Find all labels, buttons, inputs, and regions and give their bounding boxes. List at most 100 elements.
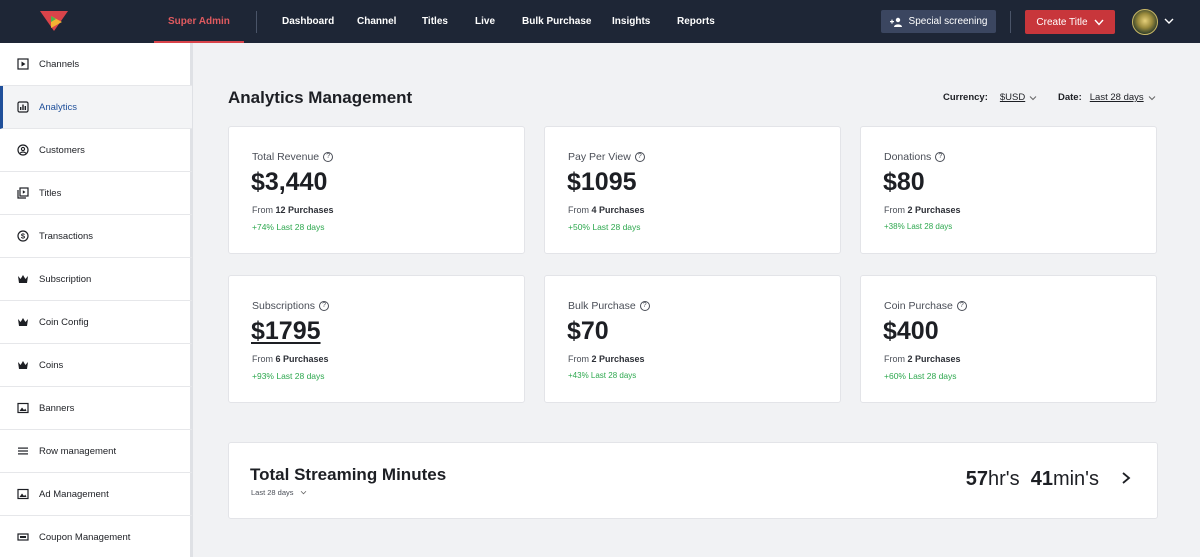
pay-per-view-card[interactable]: Pay Per View? $1095 From 4 Purchases +50…: [544, 126, 841, 254]
special-screening-button[interactable]: Special screening: [881, 10, 996, 33]
card-purchases-from: From: [884, 205, 905, 215]
sidebar-item-ad-management[interactable]: Ad Management: [0, 473, 192, 516]
sidebar-item-customers[interactable]: Customers: [0, 129, 192, 172]
card-value: $1095: [567, 168, 637, 196]
currency-filter[interactable]: Currency: $USD: [943, 92, 1037, 103]
bulk-purchase-card[interactable]: Bulk Purchase? $70 From 2 Purchases +43%…: [544, 275, 841, 403]
help-icon[interactable]: ?: [639, 301, 650, 311]
chevron-right-icon[interactable]: [1121, 471, 1131, 485]
play-square-icon: [16, 58, 29, 71]
card-value: $3,440: [251, 168, 328, 196]
nav-dashboard[interactable]: Dashboard: [282, 0, 334, 43]
currency-select[interactable]: $USD: [1000, 92, 1025, 103]
image-icon: [16, 488, 29, 501]
create-title-button[interactable]: Create Title: [1025, 10, 1115, 34]
sidebar-item-label: Channels: [39, 58, 80, 70]
streaming-period-select[interactable]: Last 28 days: [251, 488, 307, 497]
crown-icon: [16, 273, 29, 286]
card-value: $70: [567, 317, 609, 345]
card-purchases-count: 2 Purchases: [591, 354, 645, 364]
sidebar-item-analytics[interactable]: Analytics: [0, 86, 192, 129]
card-growth: +50% Last 28 days: [568, 222, 641, 232]
card-title-text: Coin Purchase: [884, 300, 953, 312]
card-purchases-from: From: [884, 354, 905, 364]
card-title-text: Donations: [884, 151, 932, 163]
streaming-minutes: 41: [1030, 468, 1053, 490]
help-icon[interactable]: ?: [935, 152, 946, 162]
card-purchases-count: 2 Purchases: [907, 205, 961, 215]
sidebar-item-coupon-management[interactable]: Coupon Management: [0, 516, 192, 557]
bar-chart-icon: [16, 101, 29, 114]
card-growth: +43% Last 28 days: [568, 371, 637, 380]
card-purchases-count: 6 Purchases: [275, 354, 329, 364]
streaming-title: Total Streaming Minutes: [250, 465, 447, 484]
sidebar-item-transactions[interactable]: $ Transactions: [0, 215, 192, 258]
nav-titles[interactable]: Titles: [422, 0, 448, 43]
sidebar-item-channels[interactable]: Channels: [0, 43, 192, 86]
card-value: $400: [883, 317, 939, 345]
nav-insights[interactable]: Insights: [612, 0, 650, 43]
card-purchases-from: From: [568, 354, 589, 364]
subscriptions-card[interactable]: Subscriptions? $1795 From 6 Purchases +9…: [228, 275, 525, 403]
sidebar-item-label: Analytics: [39, 101, 78, 113]
card-purchases-from: From: [252, 354, 273, 364]
card-purchases: From 6 Purchases: [252, 354, 329, 364]
nav-divider: [1010, 11, 1011, 33]
date-label: Date:: [1058, 92, 1082, 103]
card-title-text: Subscriptions: [252, 300, 316, 312]
chevron-down-icon: [1029, 95, 1037, 100]
chevron-down-icon[interactable]: [1163, 16, 1175, 26]
coin-purchase-card[interactable]: Coin Purchase? $400 From 2 Purchases +60…: [860, 275, 1157, 403]
sidebar-item-subscription[interactable]: Subscription: [0, 258, 192, 301]
date-filter[interactable]: Date: Last 28 days: [1058, 92, 1156, 103]
card-purchases-from: From: [252, 205, 273, 215]
svg-text:$: $: [20, 232, 25, 241]
nav-channel[interactable]: Channel: [357, 0, 396, 43]
sidebar-item-label: Banners: [39, 402, 75, 414]
help-icon[interactable]: ?: [323, 152, 334, 162]
sidebar-item-banners[interactable]: Banners: [0, 387, 192, 430]
nav-bulk-purchase[interactable]: Bulk Purchase: [522, 0, 591, 43]
card-growth: +60% Last 28 days: [884, 371, 957, 381]
chevron-down-icon: [1148, 95, 1155, 100]
card-value: $80: [883, 168, 925, 196]
card-purchases: From 2 Purchases: [568, 354, 645, 364]
nav-divider: [256, 11, 257, 33]
card-purchases: From 12 Purchases: [252, 205, 334, 215]
nav-reports[interactable]: Reports: [677, 0, 715, 43]
card-purchases-count: 2 Purchases: [907, 354, 961, 364]
date-select[interactable]: Last 28 days: [1090, 92, 1144, 103]
card-purchases-from: From: [568, 205, 589, 215]
menu-icon: [16, 445, 29, 458]
help-icon[interactable]: ?: [634, 152, 645, 162]
sidebar-item-label: Transactions: [39, 230, 94, 242]
card-title: Coin Purchase?: [884, 300, 967, 312]
total-revenue-card[interactable]: Total Revenue? $3,440 From 12 Purchases …: [228, 126, 525, 254]
sidebar-item-row-management[interactable]: Row management: [0, 430, 192, 473]
sidebar-item-coins[interactable]: Coins: [0, 344, 192, 387]
crown-icon: [16, 359, 29, 372]
card-value[interactable]: $1795: [251, 317, 321, 346]
nav-live[interactable]: Live: [475, 0, 495, 43]
sidebar-item-label: Row management: [39, 445, 117, 457]
nav-super-admin[interactable]: Super Admin: [154, 0, 244, 43]
streaming-hours: 57: [965, 468, 988, 490]
avatar[interactable]: [1132, 9, 1158, 35]
card-purchases: From 4 Purchases: [568, 205, 645, 215]
help-icon[interactable]: ?: [319, 301, 330, 311]
titles-icon: [16, 187, 29, 200]
card-growth: +74% Last 28 days: [252, 222, 325, 232]
dollar-circle-icon: $: [16, 230, 29, 243]
sidebar-item-titles[interactable]: Titles: [0, 172, 192, 215]
donations-card[interactable]: Donations? $80 From 2 Purchases +38% Las…: [860, 126, 1157, 254]
streaming-minutes-panel[interactable]: Total Streaming Minutes Last 28 days 57h…: [228, 442, 1158, 519]
currency-label: Currency:: [943, 92, 988, 103]
special-screening-label: Special screening: [908, 16, 988, 27]
sidebar-item-label: Subscription: [39, 273, 92, 285]
sidebar-item-coin-config[interactable]: Coin Config: [0, 301, 192, 344]
brand-logo-icon[interactable]: [38, 9, 70, 33]
sidebar-item-label: Titles: [39, 187, 62, 199]
user-circle-icon: [16, 144, 29, 157]
help-icon[interactable]: ?: [956, 301, 967, 311]
top-navigation-bar: Super Admin Dashboard Channel Titles Liv…: [0, 0, 1200, 43]
